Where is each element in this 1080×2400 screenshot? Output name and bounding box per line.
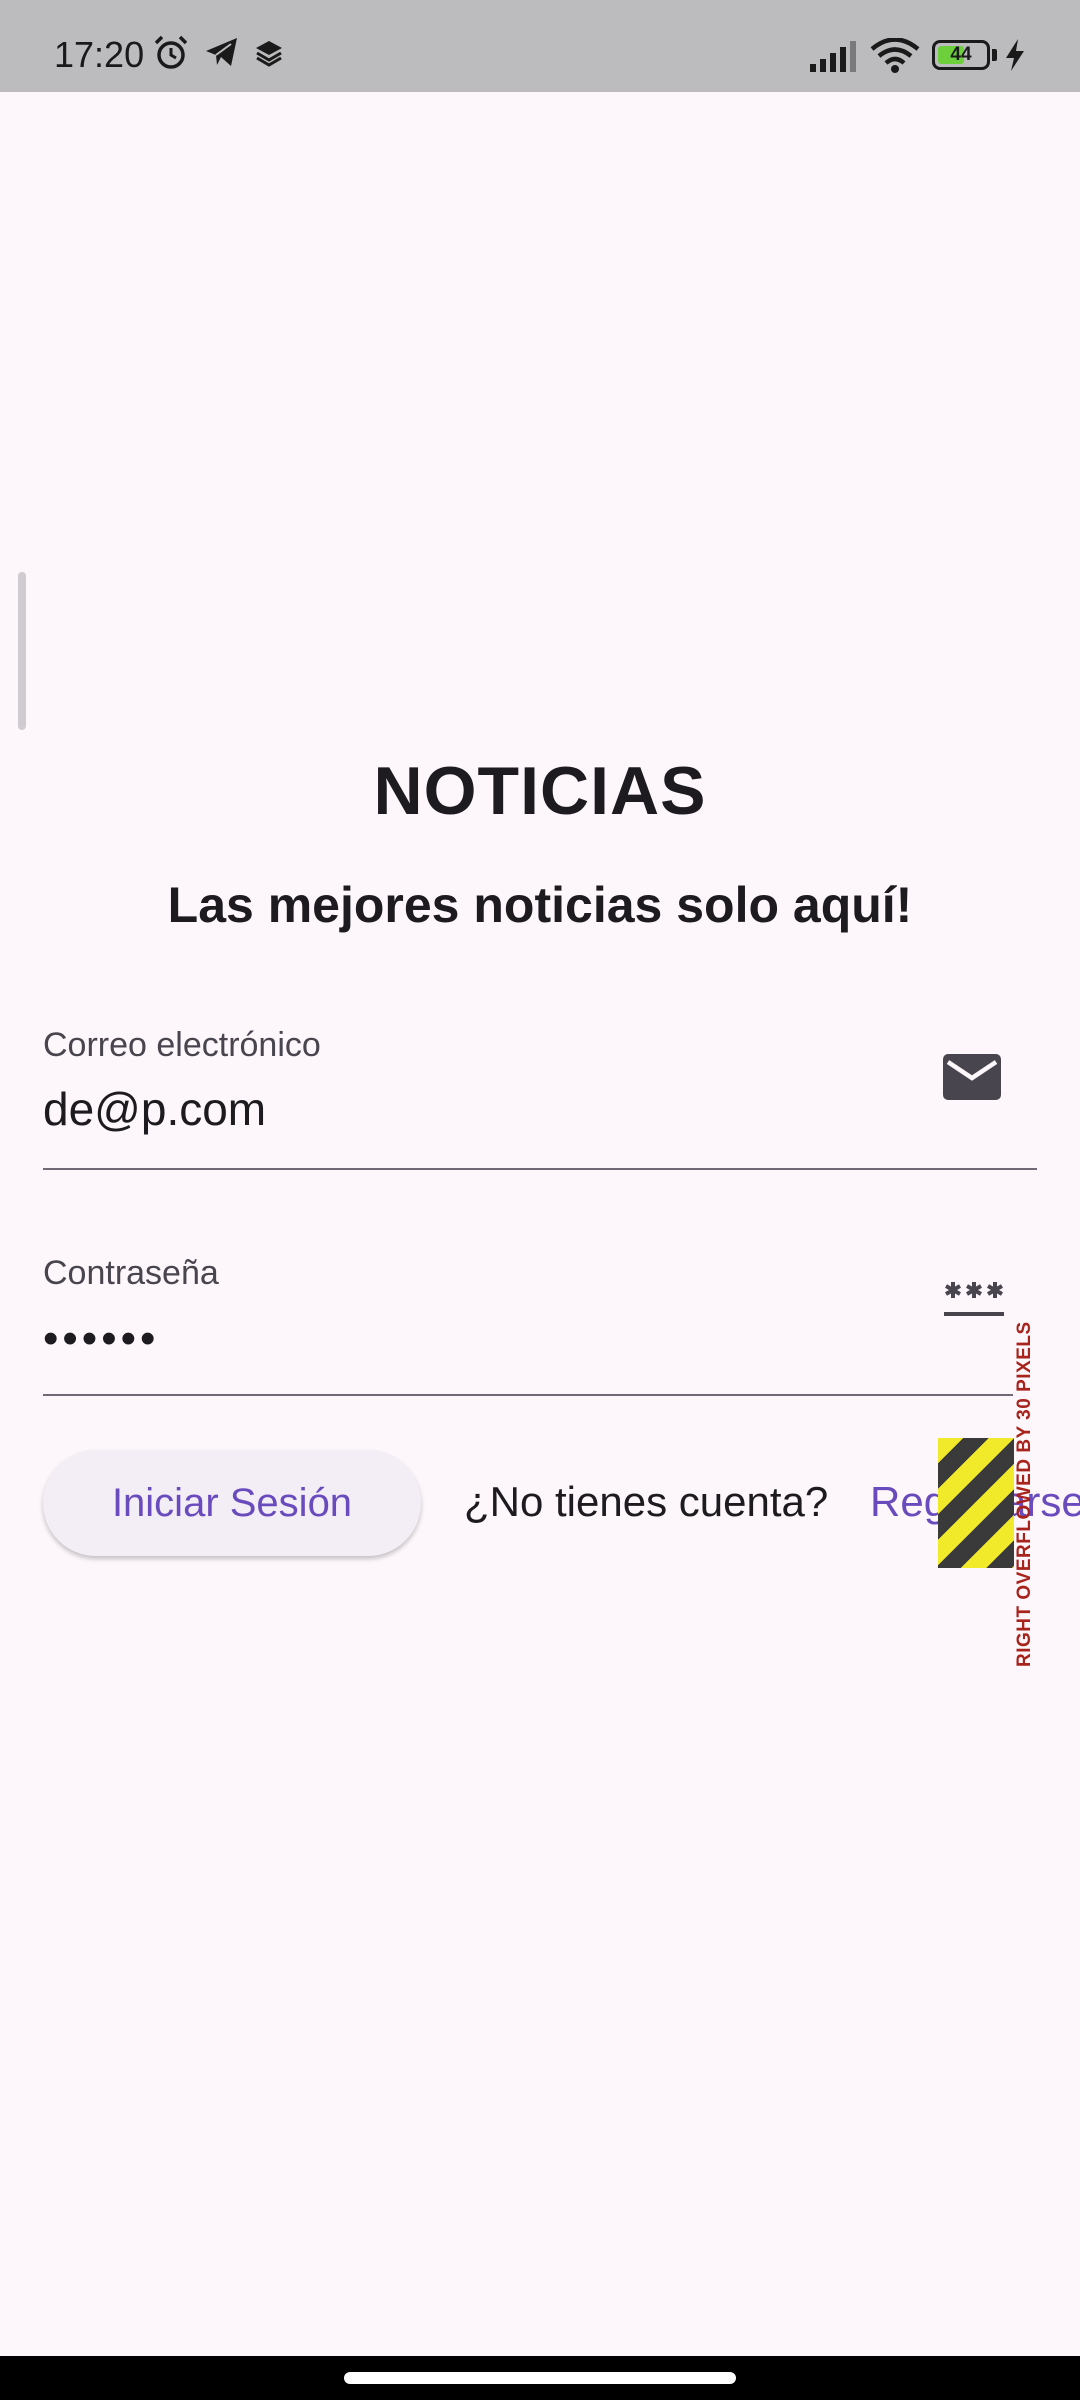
battery-percent: 44	[950, 44, 972, 65]
password-icon	[943, 1280, 1005, 1325]
overflow-warning-stripes	[938, 1438, 1014, 1568]
wifi-icon	[870, 37, 920, 79]
email-field-underline	[43, 1168, 1037, 1170]
overflow-warning-text: RIGHT OVERFLOWED BY 30 PIXELS	[1014, 1321, 1035, 1667]
page-subtitle: Las mejores noticias solo aquí!	[167, 877, 913, 933]
battery-tip	[992, 49, 997, 61]
status-bar: 17:20 44	[0, 0, 1080, 92]
password-field[interactable]: Contraseña ••••••	[43, 1250, 1037, 1400]
alarm-icon	[152, 34, 190, 77]
password-field-label: Contraseña	[43, 1254, 219, 1292]
telegram-icon	[204, 34, 240, 75]
home-indicator[interactable]	[344, 2372, 736, 2384]
status-time: 17:20	[54, 34, 145, 75]
password-input[interactable]: ••••••	[43, 1314, 159, 1364]
signal-icon	[808, 40, 860, 77]
mail-icon	[943, 1054, 1001, 1105]
login-button[interactable]: Iniciar Sesión	[43, 1450, 421, 1556]
layers-icon	[254, 38, 284, 73]
charging-icon	[1004, 38, 1026, 77]
email-field-label: Correo electrónico	[43, 1026, 321, 1064]
email-input[interactable]: de@p.com	[43, 1082, 266, 1136]
battery-icon: 44	[932, 40, 990, 70]
email-field[interactable]: Correo electrónico de@p.com	[43, 1022, 1037, 1172]
password-field-underline	[43, 1394, 1013, 1396]
no-account-text: ¿No tienes cuenta?	[464, 1478, 829, 1525]
scroll-indicator[interactable]	[18, 572, 26, 730]
page-title: NOTICIAS	[373, 753, 707, 829]
